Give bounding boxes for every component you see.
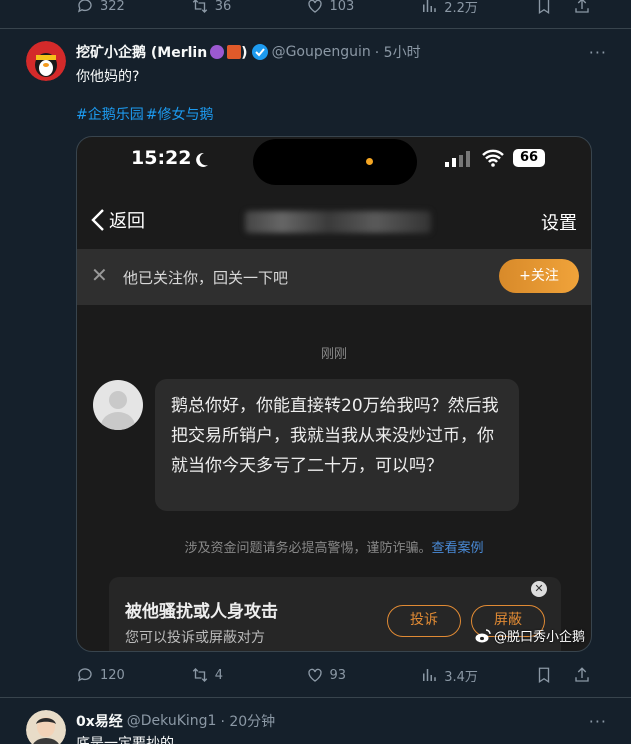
reply-icon (77, 0, 92, 13)
more-icon[interactable]: ··· (589, 43, 607, 62)
more-icon[interactable]: ··· (589, 712, 607, 731)
battery-indicator: 66 (513, 149, 545, 167)
share-icon[interactable] (573, 666, 591, 684)
bookmark-icon[interactable] (535, 0, 553, 15)
prev-tweet-actions: 322 36 103 2.2万 (76, 0, 591, 16)
tweet-image[interactable]: 15:22 66 返回 设置 ✕ 他已关注你，回关一下吧 +关注 刚刚 鹅总你好… (76, 136, 592, 652)
like-button[interactable]: 93 (306, 666, 421, 684)
like-count: 93 (329, 667, 347, 683)
message-timestamp: 刚刚 (320, 347, 347, 362)
reply-button[interactable]: 120 (76, 666, 191, 684)
tweet-text: 你他妈的? (76, 69, 140, 85)
heart-icon (307, 0, 322, 13)
moon-icon (196, 152, 208, 167)
views-button[interactable]: 2.2万 (420, 0, 535, 16)
tweet-actions: 120 4 93 3.4万 (76, 665, 591, 685)
tweet-header: 0x易经 @DekuKing1 · 20分钟 ··· (76, 711, 607, 731)
report-subtitle: 您可以投诉或屏蔽对方 (125, 630, 265, 646)
avatar[interactable] (26, 41, 66, 81)
dynamic-island (253, 139, 417, 185)
report-title: 被他骚扰或人身攻击 (125, 602, 278, 622)
signal-icon (445, 151, 470, 167)
phone-status-bar: 15:22 66 (77, 137, 591, 185)
retweet-button[interactable]: 4 (191, 666, 306, 684)
reply-button[interactable]: 322 (76, 0, 191, 15)
divider (0, 697, 631, 698)
hashtags: #企鹅乐园 #修女与鹅 (76, 104, 215, 124)
wifi-icon (482, 149, 504, 167)
divider (0, 28, 631, 29)
like-count: 103 (329, 0, 355, 14)
bookmark-icon[interactable] (535, 666, 553, 684)
follow-prompt: 他已关注你，回关一下吧 (123, 269, 289, 287)
message-bubble: 鹅总你好，你能直接转20万给我吗？然后我把交易所销户，我就当我从来没炒过币，你就… (155, 379, 519, 511)
chevron-left-icon (91, 209, 104, 231)
settings-button[interactable]: 设置 (541, 209, 577, 235)
weibo-icon (475, 628, 491, 642)
tweet-time[interactable]: · 20分钟 (220, 711, 275, 731)
verified-icon (251, 44, 268, 60)
share-icon[interactable] (573, 0, 591, 15)
avatar[interactable] (26, 710, 66, 744)
retweet-count: 36 (214, 0, 232, 14)
back-button[interactable]: 返回 (91, 207, 145, 233)
hashtag[interactable]: #企鹅乐园 (76, 107, 144, 123)
reply-icon (77, 668, 92, 682)
views-button[interactable]: 3.4万 (420, 666, 535, 685)
tweet-text: 底是一定要抄的 (76, 736, 174, 744)
close-icon[interactable]: ✕ (531, 581, 547, 597)
reply-count: 120 (100, 667, 125, 683)
author-name[interactable]: 挖矿小企鹅 (Merlin) (76, 42, 248, 62)
views-icon (423, 0, 436, 12)
share-group (535, 0, 591, 15)
emoji-crystal-ball-icon (210, 45, 225, 59)
view-cases-link[interactable]: 查看案例 (432, 541, 484, 556)
follow-banner: ✕ 他已关注你，回关一下吧 +关注 (77, 249, 591, 305)
like-button[interactable]: 103 (306, 0, 421, 15)
author-handle[interactable]: @Goupenguin (272, 44, 371, 60)
close-icon[interactable]: ✕ (91, 263, 108, 287)
emoji-crown-icon (227, 45, 242, 59)
author-handle[interactable]: @DekuKing1 (127, 713, 217, 729)
blurred-contact-name (245, 211, 431, 233)
retweet-button[interactable]: 36 (191, 0, 306, 15)
retweet-icon (192, 668, 207, 682)
tweet-header: 挖矿小企鹅 (Merlin) @Goupenguin · 5小时 ··· (76, 42, 607, 62)
author-name[interactable]: 0x易经 (76, 711, 123, 731)
retweet-count: 4 (214, 667, 224, 683)
clock: 15:22 (131, 147, 192, 169)
heart-icon (307, 668, 322, 682)
hashtag[interactable]: #修女与鹅 (146, 107, 214, 123)
back-label: 返回 (109, 211, 145, 232)
complain-button[interactable]: 投诉 (387, 605, 461, 637)
recording-dot (366, 158, 373, 165)
watermark: @脱口秀小企鹅 (475, 626, 585, 645)
tweet-time[interactable]: · 5小时 (375, 42, 421, 62)
views-icon (423, 669, 436, 681)
sender-avatar[interactable] (93, 380, 143, 430)
retweet-icon (192, 0, 207, 13)
views-count: 2.2万 (444, 0, 478, 16)
share-group (535, 666, 591, 684)
follow-button[interactable]: +关注 (499, 259, 579, 293)
chat-nav-bar: 返回 设置 (77, 197, 591, 247)
fraud-warning: 涉及资金问题请务必提高警惕，谨防诈骗。查看案例 (184, 541, 484, 556)
views-count: 3.4万 (444, 669, 478, 685)
reply-count: 322 (100, 0, 125, 14)
